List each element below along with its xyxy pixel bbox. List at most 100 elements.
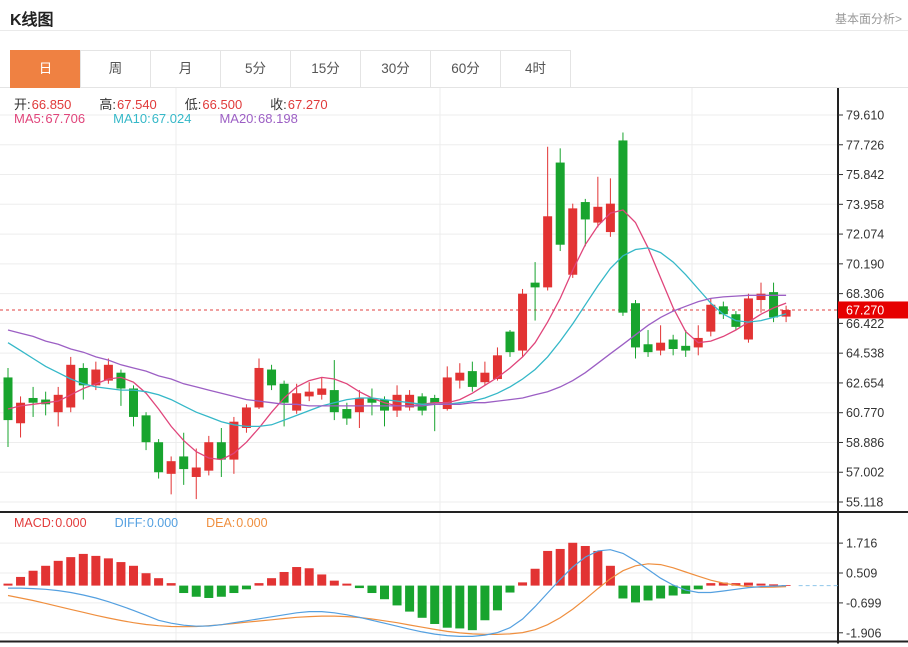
current-price-tag-value: 67.270	[846, 303, 884, 317]
candle-body	[430, 398, 439, 403]
macd-bar	[455, 586, 464, 629]
candle-body	[4, 377, 13, 420]
candle-body	[129, 388, 138, 416]
macd-bar	[16, 577, 25, 586]
macd-bar	[280, 572, 289, 586]
macd-tick-label: -0.699	[846, 596, 881, 610]
macd-bar	[618, 586, 627, 599]
candle-body	[192, 467, 201, 476]
period-tab-7[interactable]: 4时	[500, 50, 571, 88]
macd-bar	[242, 586, 251, 590]
legend-item: MA20:68.198	[219, 111, 311, 126]
macd-bar	[229, 586, 238, 593]
macd-bar	[4, 584, 13, 586]
candle-body	[66, 365, 75, 408]
candle-body	[54, 395, 63, 412]
candle-body	[179, 456, 188, 469]
macd-bar	[393, 586, 402, 606]
macd-tick-label: 1.716	[846, 537, 877, 551]
macd-bar	[217, 586, 226, 597]
period-tab-4[interactable]: 15分	[290, 50, 361, 88]
macd-bar	[129, 566, 138, 586]
macd-bar	[342, 584, 351, 586]
candle-body	[305, 392, 314, 397]
page-title: K线图	[10, 6, 54, 30]
kline-chart-canvas[interactable]: 79.61077.72675.84273.95872.07470.19068.3…	[0, 88, 908, 647]
candle-body	[330, 390, 339, 412]
macd-bar	[29, 571, 38, 586]
candle-body	[29, 398, 38, 403]
macd-bar	[104, 558, 113, 585]
legend-item: MACD:0.000	[14, 516, 101, 530]
candle-body	[782, 310, 791, 317]
macd-tick-label: 0.509	[846, 566, 877, 580]
y-tick-label: 62.654	[846, 376, 884, 390]
candle-body	[455, 373, 464, 381]
macd-bar	[518, 582, 527, 585]
candle-body	[506, 332, 515, 353]
candle-body	[606, 204, 615, 232]
candle-body	[757, 294, 766, 300]
macd-bar	[367, 586, 376, 593]
macd-bar	[330, 581, 339, 586]
candle-body	[518, 294, 527, 351]
macd-bar	[669, 586, 678, 596]
macd-bar	[255, 583, 264, 585]
macd-tick-label: -1.906	[846, 626, 881, 640]
macd-bar	[706, 583, 715, 585]
y-tick-label: 60.770	[846, 406, 884, 420]
macd-bar	[493, 586, 502, 611]
macd-bar	[757, 584, 766, 586]
period-tab-0[interactable]: 日	[10, 50, 81, 88]
macd-bar	[267, 578, 276, 585]
candle-body	[706, 305, 715, 332]
legend-item: DEA:0.000	[206, 516, 281, 530]
candle-body	[744, 298, 753, 339]
y-tick-label: 68.306	[846, 287, 884, 301]
legend-item: MA10:67.024	[113, 111, 205, 126]
y-tick-label: 77.726	[846, 138, 884, 152]
candle-body	[292, 393, 301, 410]
macd-bar	[66, 557, 75, 585]
y-tick-label: 75.842	[846, 168, 884, 182]
ma5-line	[8, 210, 786, 460]
macd-bar	[179, 586, 188, 593]
period-tab-6[interactable]: 60分	[430, 50, 501, 88]
candle-body	[154, 442, 163, 472]
candle-body	[242, 407, 251, 428]
candle-body	[581, 202, 590, 219]
macd-bar	[41, 566, 50, 586]
y-tick-label: 64.538	[846, 347, 884, 361]
period-tab-1[interactable]: 周	[80, 50, 151, 88]
candle-body	[167, 461, 176, 474]
candle-body	[531, 283, 540, 288]
candle-body	[618, 140, 627, 312]
candle-body	[644, 344, 653, 352]
macd-bar	[405, 586, 414, 612]
macd-bar	[305, 568, 314, 585]
macd-bar	[79, 554, 88, 586]
macd-bar	[581, 546, 590, 586]
macd-bar	[116, 562, 125, 586]
kline-page: K线图 基本面分析> 日周月5分15分30分60分4时 79.61077.726…	[0, 0, 908, 647]
period-tab-2[interactable]: 月	[150, 50, 221, 88]
legend-item: 高:67.540	[99, 97, 170, 112]
macd-bar	[656, 586, 665, 599]
ma-legend: MA5:67.706MA10:67.024MA20:68.198	[14, 111, 326, 126]
candle-body	[480, 373, 489, 382]
macd-bar	[430, 586, 439, 624]
macd-bar	[54, 561, 63, 586]
period-tab-3[interactable]: 5分	[220, 50, 291, 88]
fundamental-analysis-link[interactable]: 基本面分析>	[835, 10, 902, 27]
legend-item: 开:66.850	[14, 97, 85, 112]
period-tab-5[interactable]: 30分	[360, 50, 431, 88]
legend-item: DIFF:0.000	[115, 516, 193, 530]
macd-bar	[480, 586, 489, 621]
macd-bar	[91, 556, 100, 586]
macd-bar	[506, 586, 515, 593]
legend-item: 低:66.500	[185, 97, 256, 112]
macd-bar	[606, 566, 615, 586]
candle-body	[593, 207, 602, 223]
candle-body	[355, 398, 364, 412]
header-divider	[0, 30, 908, 31]
